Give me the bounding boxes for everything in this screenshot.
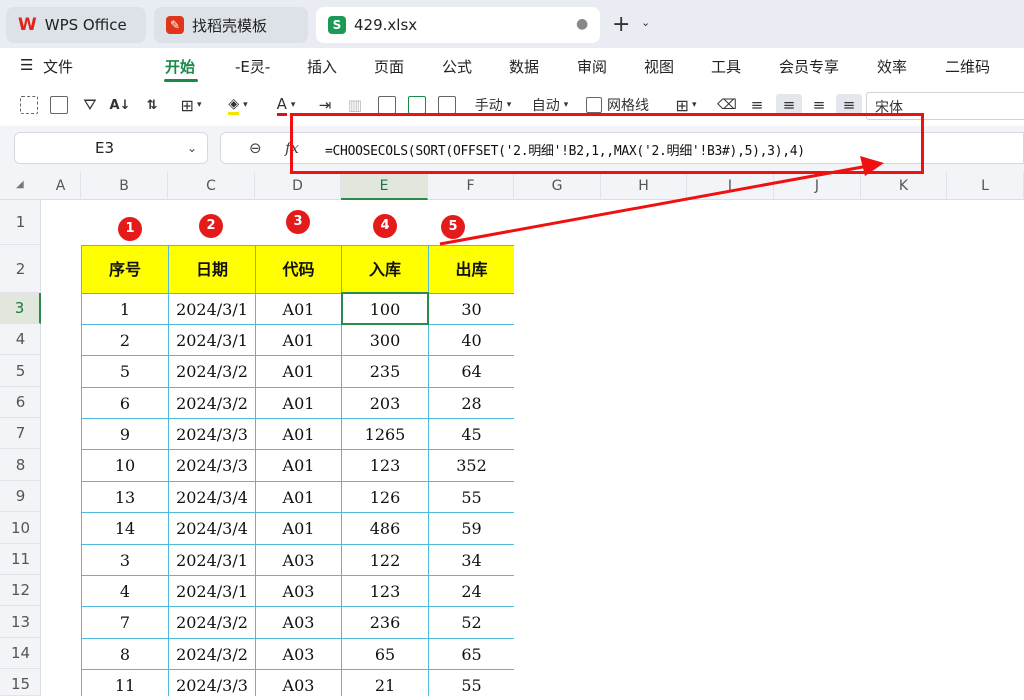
annotation-arrow [439,156,884,246]
arrow-line [439,164,869,246]
arrowhead-icon [860,156,884,176]
